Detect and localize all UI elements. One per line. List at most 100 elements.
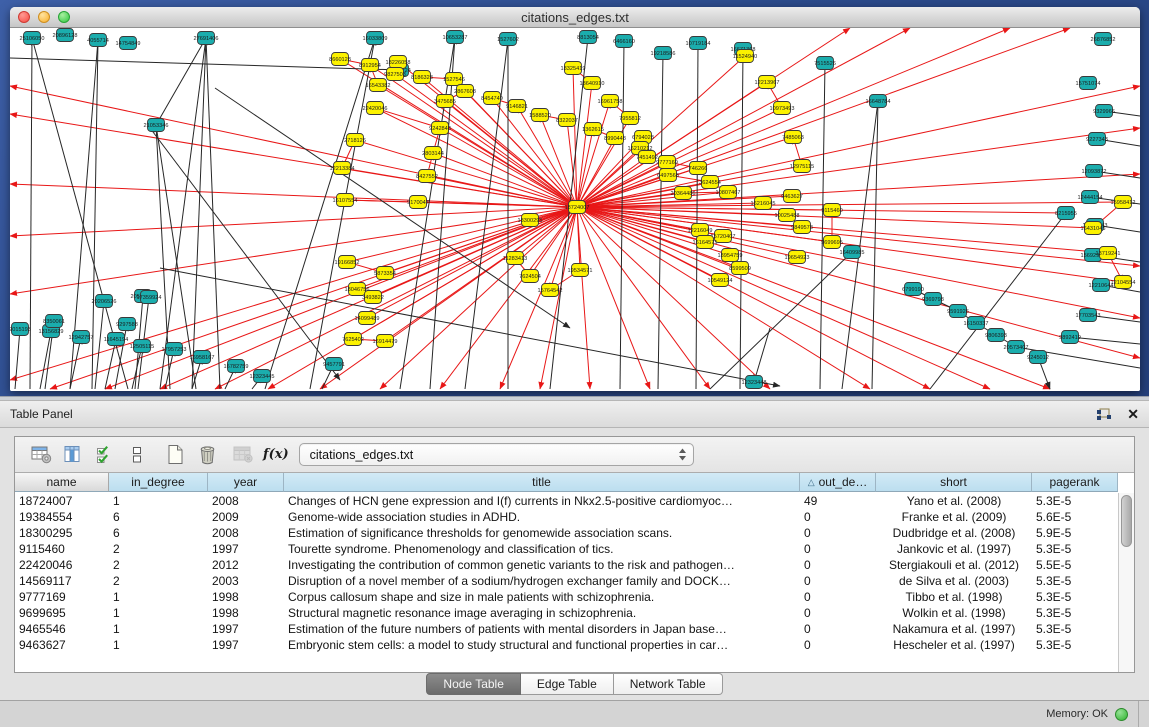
graph-node[interactable]: 13719241	[1096, 247, 1121, 260]
graph-node[interactable]: 11283413	[503, 252, 527, 265]
column-chooser-icon[interactable]	[57, 440, 89, 470]
scrollbar-thumb[interactable]	[1121, 495, 1132, 547]
graph-node[interactable]: 8186328	[411, 71, 433, 84]
function-builder-icon[interactable]: f(x)	[263, 447, 289, 462]
graph-node[interactable]: 9457791	[323, 358, 345, 371]
graph-node[interactable]: 9329966	[1093, 105, 1115, 118]
graph-node[interactable]: 12444154	[1078, 191, 1103, 204]
table-select-dropdown[interactable]: citations_edges.txt	[299, 443, 694, 466]
graph-node[interactable]: 11524940	[733, 50, 757, 63]
graph-node[interactable]: 6497568	[657, 169, 679, 182]
graph-node[interactable]: 19166852	[335, 256, 360, 269]
graph-node[interactable]: 9463627	[781, 190, 803, 203]
graph-node[interactable]: 16164571	[693, 236, 718, 249]
column-header-title[interactable]: title	[284, 473, 800, 492]
graph-node[interactable]: 9170047	[407, 196, 429, 209]
graph-node[interactable]: 9699695	[821, 236, 843, 249]
column-header-year[interactable]: year	[208, 473, 284, 492]
graph-node[interactable]: 18300295	[518, 214, 543, 227]
graph-node[interactable]: 20206526	[92, 295, 117, 308]
graph-node[interactable]: 9827503	[384, 68, 406, 81]
graph-node[interactable]: 8454749	[481, 92, 503, 105]
graph-node[interactable]: 12104554	[1111, 276, 1136, 289]
graph-node[interactable]: 3493822	[362, 291, 384, 304]
graph-node[interactable]: 9227343	[1086, 133, 1108, 146]
graph-node[interactable]: 12093872	[1082, 165, 1107, 178]
graph-node[interactable]: 19218586	[651, 47, 676, 60]
graph-node[interactable]: 7485063	[782, 131, 804, 144]
graph-node[interactable]: 14099489	[355, 312, 380, 325]
graph-node[interactable]: 10807467	[716, 186, 741, 199]
graph-node[interactable]: 2718126	[344, 134, 366, 147]
graph-node[interactable]: 18325419	[561, 62, 586, 75]
graph-node[interactable]: 16961758	[598, 95, 623, 108]
graph-node[interactable]: 25106050	[20, 32, 45, 45]
graph-node[interactable]: 12505115	[130, 340, 154, 353]
graph-node[interactable]: 18954759	[718, 249, 743, 262]
graph-node[interactable]: 17957253	[162, 343, 187, 356]
graph-node[interactable]: 19654923	[785, 251, 810, 264]
graph-node[interactable]: 9242848	[429, 122, 451, 135]
select-all-rows-icon[interactable]	[89, 440, 121, 470]
graph-node[interactable]: 2803144	[422, 147, 444, 160]
graph-node[interactable]: 16914479	[373, 335, 398, 348]
graph-node[interactable]: 12216049	[688, 224, 713, 237]
table-row[interactable]: 1830029562008Estimation of significance …	[15, 525, 1118, 541]
graph-node[interactable]: 16782759	[224, 360, 249, 373]
graph-node[interactable]: 9245012	[1027, 351, 1049, 364]
graph-node[interactable]: 26876852	[1091, 33, 1116, 46]
graph-node[interactable]: 7624504	[519, 270, 541, 283]
graph-node[interactable]: 12213967	[755, 76, 780, 89]
close-panel-icon[interactable]: ✕	[1127, 407, 1139, 421]
graph-node[interactable]: 8599509	[729, 262, 751, 275]
column-header-in_degree[interactable]: in_degree	[109, 473, 208, 492]
graph-node[interactable]: 746266	[689, 162, 708, 175]
graph-node[interactable]: 11645194	[104, 333, 128, 346]
delete-icon[interactable]	[191, 440, 223, 470]
graph-node[interactable]: 9115460	[821, 204, 842, 217]
graph-node[interactable]: 10549124	[708, 274, 733, 287]
tab-network-table[interactable]: Network Table	[614, 673, 723, 695]
graph-node[interactable]: 9015193	[10, 323, 31, 336]
graph-node[interactable]: 9369798	[922, 293, 944, 306]
graph-node[interactable]: 8990448	[604, 132, 626, 145]
graph-node[interactable]: 12213384	[330, 162, 355, 175]
tab-node-table[interactable]: Node Table	[426, 673, 521, 695]
graph-node[interactable]: 8912954	[359, 59, 381, 72]
network-canvas[interactable]: 2510605020896128405571414754849276914061…	[10, 28, 1140, 391]
graph-node[interactable]: 16033809	[363, 32, 388, 45]
graph-node[interactable]: 7955812	[619, 112, 641, 125]
graph-node[interactable]: 3475685	[434, 95, 456, 108]
graph-node[interactable]: 9297588	[116, 318, 138, 331]
graph-node[interactable]: 10025488	[775, 209, 800, 222]
table-row[interactable]: 2242004622012Investigating the contribut…	[15, 557, 1118, 573]
graph-node[interactable]: 12323445	[250, 370, 275, 383]
graph-node[interactable]: 12323448	[742, 376, 767, 389]
table-row[interactable]: 946554611997Estimation of the future num…	[15, 621, 1118, 637]
graph-node[interactable]: 7451492	[636, 151, 658, 164]
table-row[interactable]: 911546021997Tourette syndrome. Phenomeno…	[15, 541, 1118, 557]
graph-node[interactable]: 27691406	[194, 32, 219, 45]
graph-node[interactable]: 15764542	[538, 284, 563, 297]
graph-node[interactable]: 4055714	[87, 34, 109, 47]
graph-node[interactable]: 6466160	[613, 35, 635, 48]
graph-node[interactable]: 2867608	[454, 85, 476, 98]
graph-node[interactable]: 17359924	[137, 291, 162, 304]
graph-node[interactable]: 7625402	[342, 333, 364, 346]
graph-node[interactable]: 16150337	[964, 317, 989, 330]
graph-node[interactable]: 8660128	[329, 53, 351, 66]
graph-node[interactable]: 15751074	[1076, 77, 1101, 90]
table-scrollbar[interactable]	[1118, 493, 1134, 672]
column-header-out_de[interactable]: △out_de…	[800, 473, 876, 492]
graph-node[interactable]: 18226058	[386, 56, 411, 69]
graph-node[interactable]: 9777169	[656, 156, 678, 169]
graph-node[interactable]: 16648784	[866, 95, 891, 108]
graph-node[interactable]: 8813054	[577, 31, 599, 44]
table-row[interactable]: 946362711997Embryonic stem cells: a mode…	[15, 637, 1118, 653]
graph-node[interactable]: 1527602	[497, 33, 519, 46]
graph-node[interactable]: 12942757	[69, 331, 94, 344]
graph-node[interactable]: 9146821	[506, 100, 528, 113]
graph-node[interactable]: 20364486	[671, 187, 696, 200]
graph-node[interactable]: 5873354	[374, 267, 396, 280]
graph-node[interactable]: 18640910	[580, 77, 605, 90]
